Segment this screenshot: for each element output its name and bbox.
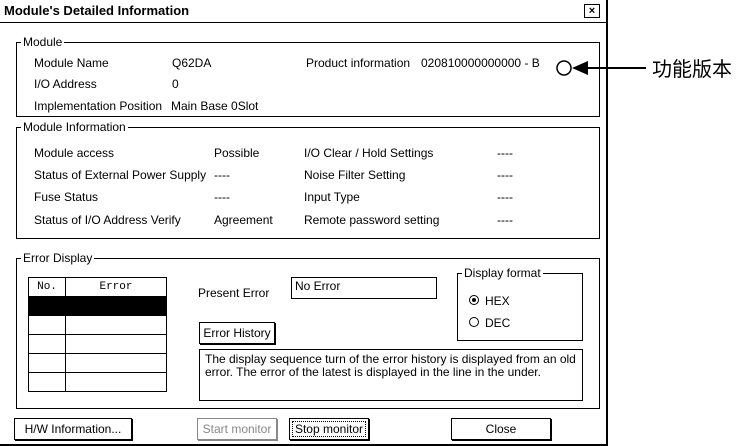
callout-circle <box>556 60 572 76</box>
function-version-callout: 功能版本 <box>652 57 732 81</box>
callout-arrowhead <box>572 61 588 75</box>
callout-arrow <box>556 60 646 76</box>
